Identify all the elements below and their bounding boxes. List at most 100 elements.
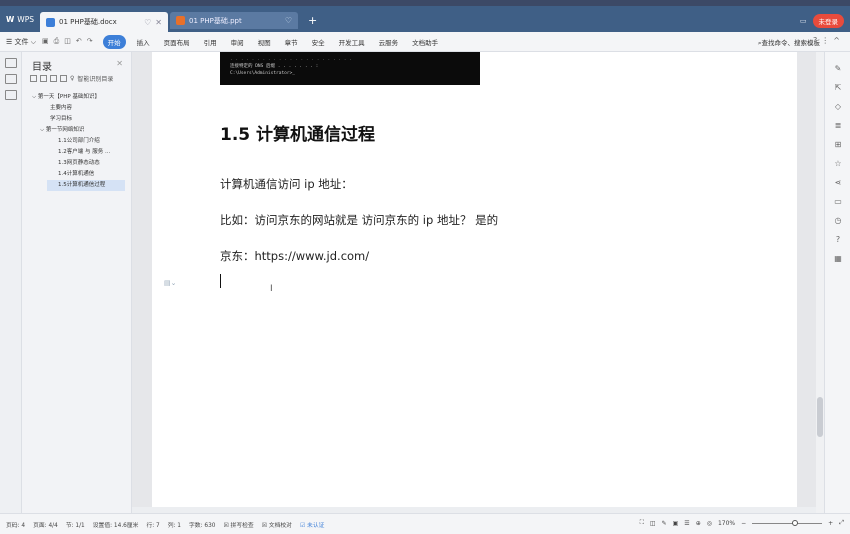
close-icon[interactable]: ✕ [116,59,123,68]
paragraph-marker-icon[interactable]: ▤⌄ [164,279,176,287]
status-section: 节: 1/1 [65,522,85,529]
layout-icon[interactable]: ▭ [800,17,807,25]
read-mode-icon[interactable]: ◫ [650,520,656,527]
translate-icon[interactable]: ⊞ [825,140,850,159]
eye-protect-icon[interactable]: ◎ [707,520,712,527]
zoom-level[interactable]: 170% [718,520,735,527]
outline-item[interactable]: ⌵ 第一天【PHP 基础知识】 [22,92,132,103]
outline-item[interactable]: ⌵ 第一节网络知识 [22,125,132,136]
view-zoom-controls: ⛶ ◫ ✎ ▣ ☰ ⊕ ◎ 170% − + ⤢ [640,519,844,527]
web-view-icon[interactable]: ⊕ [696,520,701,527]
collapse-ribbon-icon[interactable]: ^ [833,36,844,45]
expand-all-icon[interactable] [30,75,37,82]
status-bar: 页码: 4 页面: 4/4 节: 1/1 设置值: 14.6厘米 行: 7 列:… [0,513,850,534]
status-page-no: 页码: 4 [6,522,26,529]
zoom-slider-knob[interactable] [792,519,799,526]
paragraph: 比如：访问京东的网站就是 访问京东的 ip 地址？ 是的 [220,213,499,227]
login-button[interactable]: 未登录 [812,14,844,28]
outline-tree: ⌵ 第一天【PHP 基础知识】 主要内容 学习目标 ⌵ 第一节网络知识 1.1公… [22,92,132,191]
page-view-icon[interactable]: ▣ [673,520,679,527]
star-icon[interactable]: ☆ [825,159,850,178]
tab-docx[interactable]: 01 PHP基础.docx ♡ ✕ [40,12,168,32]
quick-access: ▣ ⎙ ◫ ↶ ↷ [42,37,93,46]
outline-controls: ♀ 智能识别目录 [30,74,113,83]
outline-item[interactable]: 1.2客户端 与 服务 ... [22,147,132,158]
pen-mode-icon[interactable]: ✎ [662,520,667,527]
tab-sections[interactable]: 章节 [285,37,298,47]
spellcheck-toggle[interactable]: ☒ 拼写检查 [223,520,253,529]
docx-file-icon [46,17,55,27]
zoom-in-icon[interactable]: + [828,520,833,527]
grid-icon[interactable]: ▦ [825,254,850,273]
wps-home-tab[interactable]: W WPS [0,9,40,29]
select-icon[interactable]: ⇱ [825,83,850,102]
more-icon[interactable]: ⋮ [821,36,833,45]
status-line: 行: 7 [146,522,160,529]
print-icon[interactable]: ⎙ [54,37,60,46]
demote-icon[interactable] [60,75,67,82]
preview-icon[interactable]: ◫ [64,37,71,46]
spellcheck-label: 拼写检查 [230,522,254,529]
tab-developer[interactable]: 开发工具 [339,37,365,47]
outline-item[interactable]: 1.4计算机通信 [22,169,132,180]
tab-references[interactable]: 引用 [204,37,217,47]
outline-item[interactable]: 1.3网页静态动态 [22,158,132,169]
ribbon-menu-bar: ☰ 文件 ⌵ ▣ ⎙ ◫ ↶ ↷ 开始 插入 页面布局 引用 审阅 视图 章节 … [0,32,850,52]
tab-page-layout[interactable]: 页面布局 [164,37,190,47]
close-tab-icon[interactable]: ✕ [155,18,162,27]
tab-insert[interactable]: 插入 [137,37,150,47]
file-menu[interactable]: ☰ 文件 ⌵ [6,37,36,47]
save-icon[interactable]: ▣ [42,37,49,46]
pin-icon[interactable]: ♡ [144,18,151,27]
pen-icon[interactable]: ✎ [825,64,850,83]
tab-ppt[interactable]: 01 PHP基础.ppt ♡ [170,12,298,29]
tab-review[interactable]: 审阅 [231,37,244,47]
tab-cloud[interactable]: 云服务 [379,37,399,47]
vertical-scrollbar[interactable] [816,52,824,513]
share-icon[interactable]: ⋖ [825,178,850,197]
ibeam-cursor-icon: I [270,284,273,294]
smart-toc-icon: ♀ [70,75,75,82]
bookmark-icon[interactable] [5,90,17,100]
outline-item[interactable]: 学习目标 [22,114,132,125]
tab-doc-assistant[interactable]: 文档助手 [412,37,438,47]
certification-badge[interactable]: ☑ 未认证 [300,520,324,529]
shape-icon[interactable]: ◇ [825,102,850,121]
document-page[interactable]: . . . . . . . . . . . . . . . . . . . . … [152,52,797,507]
wps-home-label: WPS [17,14,34,24]
outline-item-selected[interactable]: 1.5计算机通信过程 [47,180,125,191]
format-icon[interactable]: ≣ [825,121,850,140]
right-tool-rail: ✎ ⇱ ◇ ≣ ⊞ ☆ ⋖ ▭ ◷ ? ▦ [824,52,850,513]
cmd-screenshot-image: . . . . . . . . . . . . . . . . . . . . … [220,52,480,85]
backup-icon[interactable]: ▭ [825,197,850,216]
chapter-nav-icon[interactable] [5,74,17,84]
help-circle-icon[interactable]: ? [825,235,850,254]
status-wordcount[interactable]: 字数: 630 [189,520,215,529]
history-icon[interactable]: ◷ [825,216,850,235]
zoom-out-icon[interactable]: − [741,520,746,527]
smart-toc-button[interactable]: 智能识别目录 [77,74,113,83]
tab-home[interactable]: 开始 [102,34,126,49]
collapse-all-icon[interactable] [40,75,47,82]
tab-view[interactable]: 视图 [258,37,271,47]
promote-icon[interactable] [50,75,57,82]
command-search[interactable]: ⌕查找命令、搜索模板 [758,37,820,48]
proofread-toggle[interactable]: ☒ 文档校对 [262,520,292,529]
ppt-file-icon [176,16,185,25]
fit-page-icon[interactable]: ⤢ [839,519,844,527]
undo-icon[interactable]: ↶ [76,37,82,46]
tab-security[interactable]: 安全 [312,37,325,47]
outline-item[interactable]: 1.1公司部门介绍 [22,136,132,147]
scrollbar-thumb[interactable] [817,397,823,437]
zoom-slider[interactable] [752,519,823,526]
new-tab-button[interactable]: + [308,14,317,27]
outline-view-icon[interactable]: ☰ [684,520,689,527]
outline-item[interactable]: 主要内容 [22,103,132,114]
focus-mode-icon[interactable]: ⛶ [640,519,644,527]
outline-panel-icon[interactable] [5,58,17,68]
paragraph: 京东：https://www.jd.com/ [220,249,370,263]
pin-icon[interactable]: ♡ [285,16,292,25]
command-search-label: 查找命令、搜索模板 [761,39,821,47]
status-pages: 页面: 4/4 [33,522,58,529]
redo-icon[interactable]: ↷ [87,37,93,46]
